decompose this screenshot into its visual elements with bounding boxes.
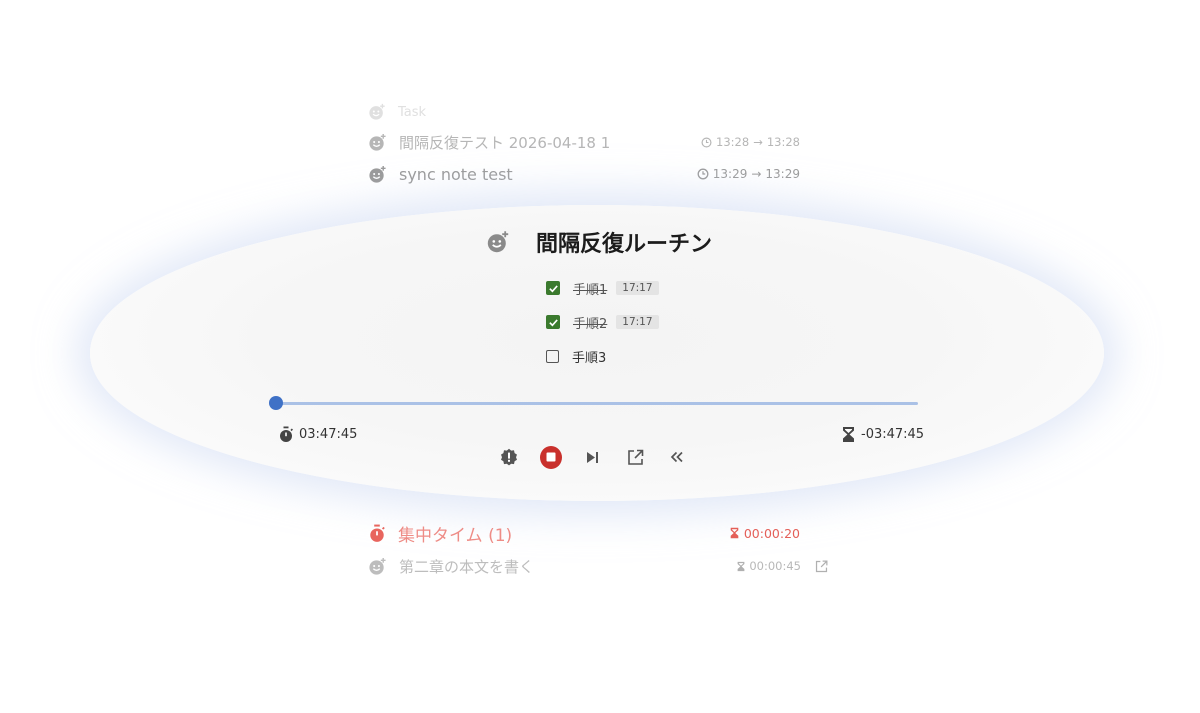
skip-next-icon[interactable]: [582, 444, 604, 470]
stopwatch-icon: [278, 426, 294, 443]
emoji-add-icon: [368, 103, 386, 121]
emoji-add-icon: [368, 557, 387, 576]
stopwatch-icon: [368, 524, 386, 543]
arrow-separator: →: [753, 135, 763, 149]
emoji-add-icon: [368, 165, 387, 184]
task-title: Task: [398, 104, 427, 120]
checklist-label: 手順3: [572, 350, 607, 366]
progress-slider-knob[interactable]: [269, 396, 283, 410]
clock-icon: [701, 137, 712, 148]
list-item-task[interactable]: sync note test 13:29 → 13:29: [368, 163, 800, 185]
hourglass-icon: [737, 561, 745, 572]
open-external-icon[interactable]: [815, 560, 828, 573]
list-item-task[interactable]: 間隔反復テスト 2026-04-18 1 13:28 → 13:28: [368, 131, 800, 153]
stop-icon[interactable]: [540, 445, 562, 469]
elapsed-time: 03:47:45: [278, 424, 357, 444]
end-time: 13:29: [765, 167, 800, 181]
focus-task-header: 間隔反復ルーチン: [486, 226, 712, 258]
duration: 00:00:45: [737, 559, 801, 573]
checklist-item[interactable]: 手順3: [546, 346, 606, 366]
list-item-running-task[interactable]: 集中タイム (1) 00:00:20: [368, 521, 800, 546]
completed-time-badge: 17:17: [616, 315, 659, 329]
remaining-value: -03:47:45: [861, 426, 925, 442]
task-title: 間隔反復テスト 2026-04-18 1: [399, 133, 611, 152]
progress-slider-track[interactable]: [276, 402, 918, 405]
arrow-separator: →: [751, 167, 762, 181]
focus-task-title: 間隔反復ルーチン: [536, 232, 713, 257]
list-item-task[interactable]: Task: [368, 102, 808, 122]
start-time: 13:29: [712, 167, 748, 181]
task-title: 集中タイム (1): [398, 525, 513, 546]
open-external-icon[interactable]: [624, 444, 646, 470]
checkbox-checked-icon[interactable]: [546, 281, 560, 295]
playback-controls: [498, 444, 688, 470]
checkbox-unchecked-icon[interactable]: [546, 349, 559, 363]
task-title: sync note test: [399, 164, 513, 184]
stop-button[interactable]: [540, 444, 562, 470]
duration: 00:00:20: [730, 526, 800, 541]
duration-value: 00:00:20: [743, 525, 800, 541]
time-range: 13:28 → 13:28: [701, 135, 800, 149]
emoji-add-icon[interactable]: [486, 230, 510, 254]
checklist-label: 手順1: [573, 282, 608, 298]
duration-value: 00:00:45: [749, 559, 801, 573]
hourglass-icon: [842, 426, 855, 443]
hourglass-icon: [730, 527, 739, 539]
alert-icon[interactable]: [498, 444, 520, 470]
checklist-label: 手順2: [573, 316, 608, 332]
task-title: 第二章の本文を書く: [399, 557, 535, 576]
remaining-time: -03:47:45: [842, 424, 924, 444]
elapsed-value: 03:47:45: [299, 426, 358, 442]
checklist-item[interactable]: 手順2 17:17: [546, 312, 659, 332]
emoji-add-icon: [368, 133, 387, 152]
rewind-icon[interactable]: [666, 444, 688, 470]
completed-time-badge: 17:17: [616, 281, 659, 295]
time-range: 13:29 → 13:29: [697, 167, 800, 181]
clock-icon: [697, 168, 709, 180]
end-time: 13:28: [766, 135, 800, 149]
list-item-task[interactable]: 第二章の本文を書く 00:00:45: [368, 555, 828, 577]
checkbox-checked-icon[interactable]: [546, 315, 560, 329]
checklist-item[interactable]: 手順1 17:17: [546, 278, 659, 298]
start-time: 13:28: [716, 135, 750, 149]
